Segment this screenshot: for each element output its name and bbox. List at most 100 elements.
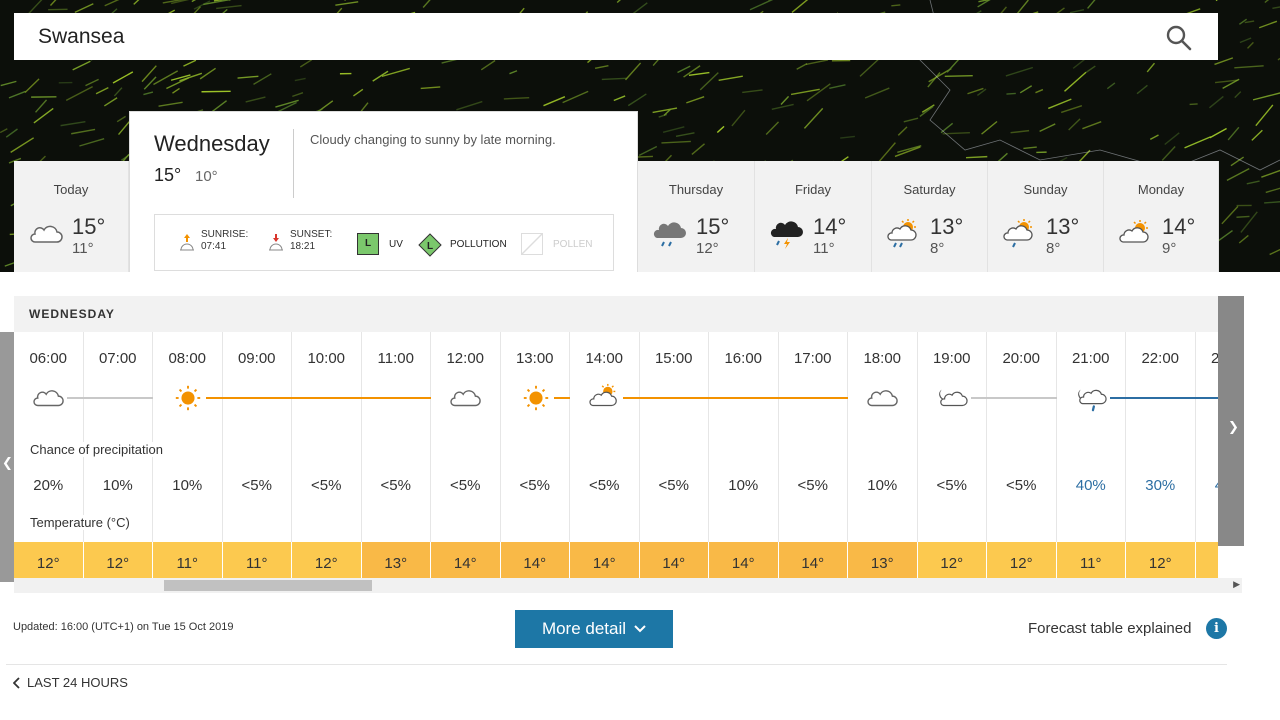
wind-streak	[638, 145, 658, 157]
scrollbar-thumb[interactable]	[164, 580, 372, 591]
wind-streak	[661, 140, 691, 144]
selected-day-name: Wednesday	[154, 131, 270, 156]
hour-time: 17:00	[793, 350, 832, 367]
weather-trend-line	[1091, 397, 1218, 399]
wind-streak	[1082, 121, 1102, 130]
wind-streak	[1265, 187, 1280, 194]
wind-streak	[1068, 118, 1081, 131]
partly-cloudy-icon	[1119, 220, 1149, 243]
wind-streak	[749, 0, 774, 11]
wind-streak	[677, 65, 691, 74]
wind-streak	[1227, 126, 1240, 141]
day-tab-thursday[interactable]: Thursday 15° 12°	[638, 161, 755, 272]
day-name: Today	[53, 182, 89, 197]
scroll-right-button[interactable]: ❯	[1218, 296, 1244, 546]
hour-time: 14:00	[585, 350, 624, 367]
min-temp: 8°	[1046, 240, 1061, 257]
wind-streak	[613, 95, 626, 102]
hour-temp: 11°	[222, 542, 291, 578]
wind-streak	[503, 97, 530, 100]
precip-chance: <5%	[241, 477, 272, 494]
wind-streak	[718, 75, 743, 82]
info-icon[interactable]: i	[1206, 618, 1227, 639]
hour-column: 12:00 <5% 14°	[431, 332, 501, 578]
scroll-right-arrow-icon[interactable]: ▶	[1233, 579, 1240, 590]
hour-time: 15:00	[654, 350, 693, 367]
day-tab-saturday[interactable]: Saturday 13° 8°	[872, 161, 988, 272]
day-name: Friday	[794, 182, 832, 197]
wind-streak	[594, 65, 609, 70]
hour-time: 13:00	[515, 350, 554, 367]
wind-streak	[829, 84, 846, 90]
wind-streak	[216, 4, 242, 10]
day-name: Monday	[1137, 182, 1185, 197]
pollen-badge[interactable]	[521, 233, 543, 255]
hour-temp: 12°	[14, 542, 83, 578]
hour-column: 16:00 10% 14°	[709, 332, 779, 578]
wind-streak	[1005, 66, 1034, 77]
min-temp: 12°	[696, 240, 719, 257]
hour-column: 08:00 10% 11°	[153, 332, 223, 578]
wind-streak	[965, 155, 988, 159]
wind-streak	[543, 96, 566, 107]
wind-streak	[796, 62, 808, 70]
wind-streak	[294, 77, 306, 82]
wind-streak	[1060, 105, 1083, 114]
wind-streak	[601, 77, 627, 81]
wind-streak	[74, 3, 94, 14]
search-icon[interactable]	[1166, 25, 1192, 51]
max-temp: 15°	[696, 214, 730, 239]
wind-streak	[1039, 123, 1056, 132]
last-24-hours-link[interactable]: LAST 24 HOURS	[13, 675, 128, 690]
wind-streak	[153, 70, 179, 86]
pollution-badge[interactable]: L	[418, 233, 442, 257]
forecast-table-explained-link[interactable]: Forecast table explained	[1028, 620, 1191, 637]
wind-streak	[1019, 85, 1033, 94]
day-tab-monday[interactable]: Monday 14° 9°	[1104, 161, 1219, 272]
hour-temp: 12°	[292, 542, 361, 578]
wind-streak	[1106, 82, 1116, 90]
wind-streak	[112, 71, 134, 84]
hour-column: 09:00 <5% 11°	[222, 332, 292, 578]
wind-streak	[199, 67, 216, 80]
wind-streak	[60, 120, 86, 127]
day-tab-sunday[interactable]: Sunday 13° 8°	[988, 161, 1104, 272]
wind-streak	[1252, 92, 1280, 101]
search-bar[interactable]	[14, 13, 1218, 60]
precip-chance: 10%	[728, 477, 759, 494]
wind-streak	[1234, 65, 1264, 69]
location-search-input[interactable]	[14, 13, 1114, 60]
wind-streak	[353, 88, 364, 97]
wind-streak	[456, 100, 483, 111]
hour-column: 06:00 20% 12°	[14, 332, 84, 578]
weather-trend-line	[188, 397, 431, 399]
scroll-left-button[interactable]: ❮	[0, 332, 14, 582]
wind-streak	[1085, 65, 1096, 73]
uv-badge[interactable]: L	[357, 233, 379, 255]
wind-streak	[921, 104, 935, 113]
wind-streak	[742, 89, 763, 94]
wind-streak	[1087, 0, 1096, 9]
wind-streak	[1221, 205, 1239, 225]
day-tab-friday[interactable]: Friday 14° 11°	[755, 161, 872, 272]
wind-streak	[1023, 146, 1037, 150]
day-tab-today[interactable]: Today 15° 11°	[14, 161, 129, 272]
hour-column: 15:00 <5% 14°	[639, 332, 709, 578]
wind-streak	[1035, 88, 1044, 94]
hour-time: 19:00	[932, 350, 971, 367]
wind-streak	[562, 90, 589, 104]
divider	[293, 129, 294, 198]
wind-streak	[79, 138, 105, 147]
wind-streak	[1236, 215, 1250, 218]
wind-streak	[480, 59, 496, 71]
horizontal-scrollbar[interactable]: ▶	[14, 578, 1242, 593]
wind-streak	[143, 76, 157, 90]
more-detail-label: More detail	[541, 619, 627, 638]
more-detail-button[interactable]: More detail	[515, 610, 673, 648]
wind-streak	[1246, 180, 1260, 185]
hourly-columns[interactable]: Chance of precipitation Temperature (°C)…	[14, 332, 1218, 578]
cloud-icon	[448, 383, 484, 413]
day-name: Thursday	[668, 182, 724, 197]
sunrise-icon	[180, 234, 194, 251]
wind-streak	[1239, 37, 1252, 44]
